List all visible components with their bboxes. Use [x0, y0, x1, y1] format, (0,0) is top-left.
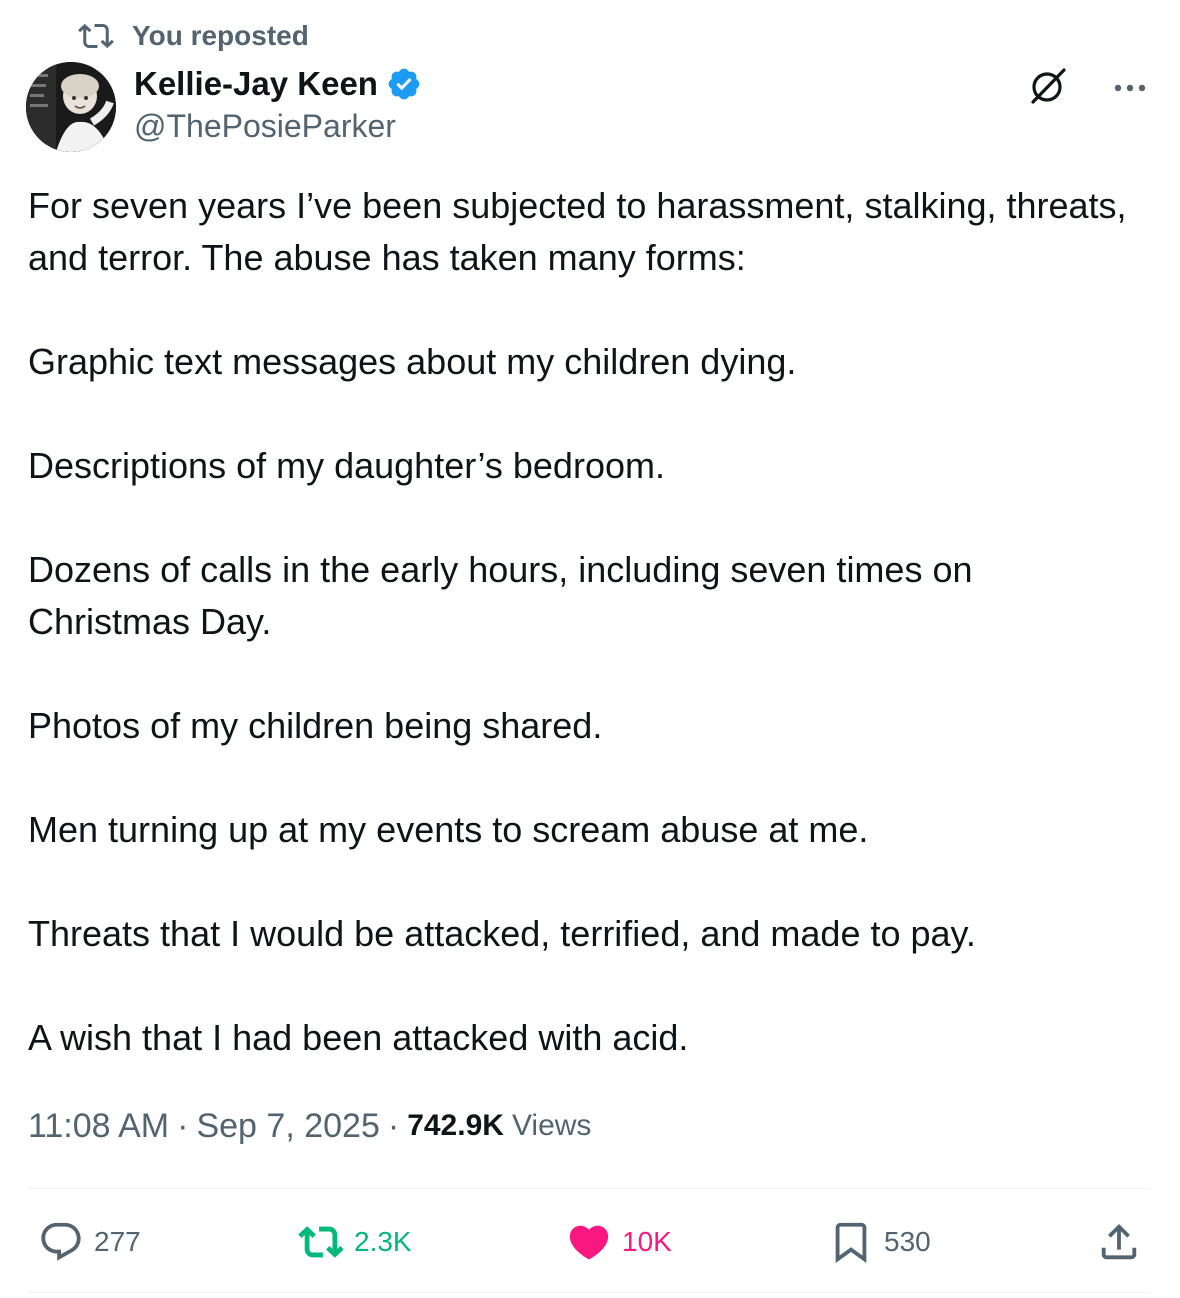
- tweet-text: For seven years I’ve been subjected to h…: [28, 180, 1138, 1064]
- tweet-paragraph: Dozens of calls in the early hours, incl…: [28, 549, 973, 642]
- tweet-time[interactable]: 11:08 AM: [28, 1107, 169, 1146]
- meta-separator: ·: [177, 1106, 189, 1145]
- author-handle[interactable]: @ThePosieParker: [134, 108, 396, 145]
- avatar-image: [26, 62, 116, 152]
- repost-label: You reposted: [132, 20, 309, 51]
- tweet: You reposted Kellie-Jay Keen @ThePosiePa…: [0, 0, 1180, 1298]
- repost-icon: [78, 23, 114, 49]
- more-options-icon[interactable]: [1110, 66, 1150, 106]
- repost-icon: [298, 1226, 344, 1258]
- views-count[interactable]: 742.9K: [407, 1109, 504, 1143]
- action-bar: 277 2.3K 10K 530: [28, 1212, 1150, 1272]
- tweet-top-actions: [1024, 62, 1150, 110]
- bookmark-icon: [835, 1222, 867, 1263]
- tweet-paragraph: Graphic text messages about my children …: [28, 341, 797, 382]
- divider: [28, 1188, 1150, 1189]
- author-name[interactable]: Kellie-Jay Keen: [134, 62, 422, 106]
- tweet-meta: 11:08 AM · Sep 7, 2025 · 742.9K Views: [28, 1102, 591, 1150]
- tweet-paragraph: Threats that I would be attacked, terrif…: [28, 913, 976, 954]
- verified-badge-icon: [388, 68, 420, 100]
- repost-indicator[interactable]: You reposted: [78, 18, 309, 54]
- tweet-paragraph: Men turning up at my events to scream ab…: [28, 809, 869, 850]
- bookmark-count: 530: [884, 1226, 931, 1257]
- divider: [28, 1292, 1150, 1293]
- reply-count: 277: [94, 1226, 141, 1257]
- meta-separator: ·: [387, 1106, 400, 1145]
- like-count: 10K: [622, 1226, 672, 1257]
- bookmark-button[interactable]: 530: [828, 1212, 931, 1272]
- reply-button[interactable]: 277: [38, 1212, 141, 1272]
- tweet-paragraph: A wish that I had been attacked with aci…: [28, 1017, 689, 1058]
- like-button[interactable]: 10K: [566, 1212, 672, 1272]
- tweet-paragraph: For seven years I’ve been subjected to h…: [28, 185, 1127, 278]
- heart-icon: [569, 1225, 609, 1260]
- tweet-paragraph: Descriptions of my daughter’s bedroom.: [28, 445, 665, 486]
- reply-icon: [41, 1222, 81, 1261]
- share-button[interactable]: [1096, 1212, 1152, 1272]
- grok-icon[interactable]: [1024, 62, 1072, 110]
- repost-count: 2.3K: [354, 1226, 412, 1257]
- share-icon: [1101, 1223, 1137, 1260]
- avatar[interactable]: [26, 62, 116, 152]
- repost-button[interactable]: 2.3K: [298, 1212, 412, 1272]
- views-label[interactable]: Views: [512, 1109, 591, 1143]
- author-name-text: Kellie-Jay Keen: [134, 65, 378, 102]
- tweet-date[interactable]: Sep 7, 2025: [196, 1107, 379, 1146]
- tweet-paragraph: Photos of my children being shared.: [28, 705, 603, 746]
